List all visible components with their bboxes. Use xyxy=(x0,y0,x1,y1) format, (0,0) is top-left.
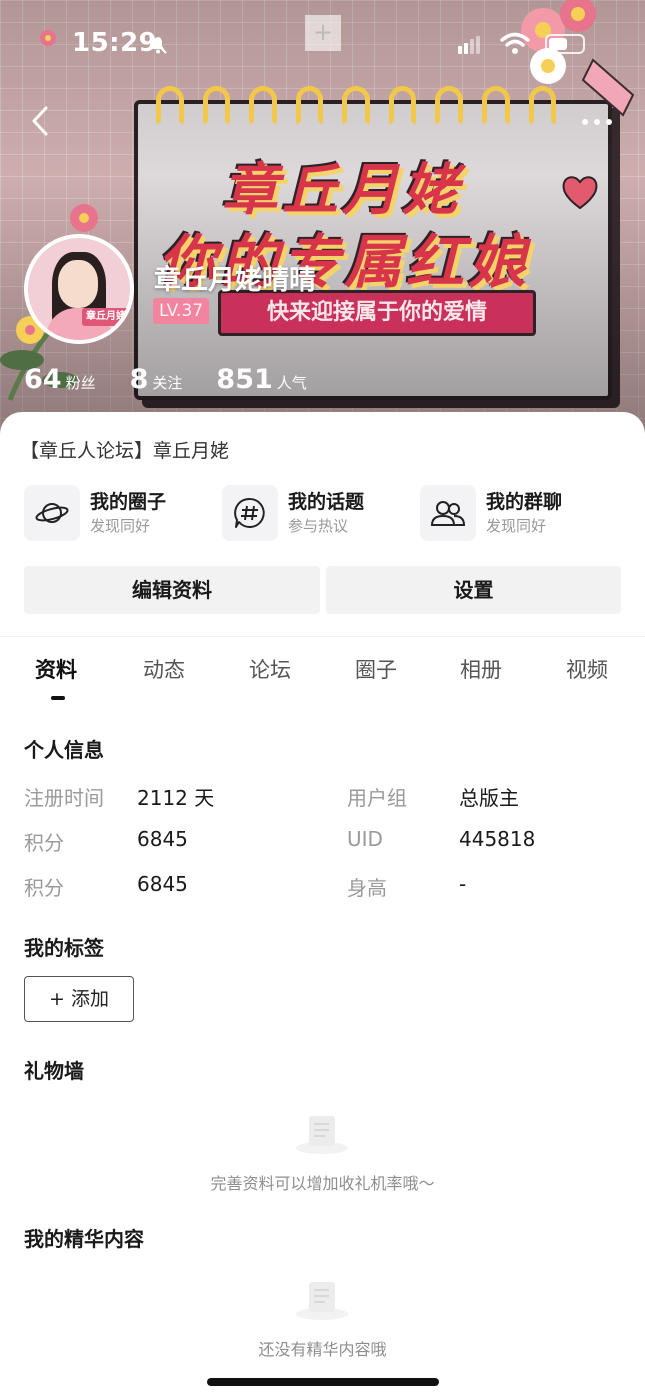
wifi-icon xyxy=(500,32,530,54)
add-tag-button[interactable]: + 添加 xyxy=(24,976,134,1022)
section-title-tags: 我的标签 xyxy=(24,936,104,960)
tab-forum[interactable]: 论坛 xyxy=(249,654,291,684)
info-value: - xyxy=(459,872,467,896)
stat-following-value: 8 xyxy=(129,364,149,395)
gift-wall-empty-text: 完善资料可以增加收礼机率哦～ xyxy=(210,1174,435,1193)
heart-icon xyxy=(562,176,598,210)
stat-following-label: 关注 xyxy=(152,374,183,392)
planet-icon xyxy=(35,503,69,523)
hashtag-bubble-icon xyxy=(234,497,265,528)
info-label: 积分 xyxy=(24,876,64,900)
info-label: UID xyxy=(347,827,383,851)
info-label: 身高 xyxy=(347,876,387,900)
cellular-signal-icon xyxy=(458,36,480,54)
featured-empty-text: 还没有精华内容哦 xyxy=(258,1340,387,1359)
battery-icon xyxy=(545,34,585,54)
settings-button[interactable]: 设置 xyxy=(326,566,621,614)
profile-card: 【章丘人论坛】章丘月姥 我的圈子 发现同好 我的话题 参与热议 我的群聊 发现同… xyxy=(0,412,645,1398)
info-value: 总版主 xyxy=(459,786,519,810)
tab-video[interactable]: 视频 xyxy=(566,654,608,684)
more-options-icon[interactable] xyxy=(582,116,618,128)
divider xyxy=(0,636,645,637)
profile-stats: 64 粉丝 8 关注 851 人气 xyxy=(24,364,341,395)
shortcut-my-topics[interactable]: 我的话题 参与热议 xyxy=(222,484,364,542)
stat-popularity: 851 人气 xyxy=(216,364,306,395)
username: 章丘月姥晴晴 xyxy=(154,265,316,296)
poster-headline: 章丘月姥 xyxy=(222,158,462,223)
stat-fans[interactable]: 64 粉丝 xyxy=(24,364,96,395)
shortcut-subtitle: 参与热议 xyxy=(288,517,349,535)
shortcut-my-groups[interactable]: 我的群聊 发现同好 xyxy=(420,484,562,542)
plus-box: + xyxy=(305,15,341,51)
edit-profile-button[interactable]: 编辑资料 xyxy=(24,566,320,614)
stat-fans-label: 粉丝 xyxy=(65,374,96,392)
info-value: 445818 xyxy=(459,827,536,851)
status-time: 15:29 xyxy=(72,28,158,58)
group-people-icon xyxy=(430,501,466,526)
tab-activity[interactable]: 动态 xyxy=(143,654,185,684)
info-value: 6845 xyxy=(137,872,188,896)
empty-document-icon xyxy=(296,1282,348,1320)
avatar-badge: 章丘月姥 xyxy=(82,308,130,326)
shortcut-title: 我的群聊 xyxy=(486,491,563,513)
shortcut-title: 我的圈子 xyxy=(90,491,167,513)
poster-rings xyxy=(156,86,557,126)
stat-popularity-label: 人气 xyxy=(276,374,307,392)
bell-muted-icon xyxy=(149,35,167,54)
stat-following[interactable]: 8 关注 xyxy=(130,364,183,395)
section-title-gift-wall: 礼物墙 xyxy=(24,1059,84,1083)
section-title-personal-info: 个人信息 xyxy=(24,738,104,762)
forum-title: 【章丘人论坛】章丘月姥 xyxy=(20,440,230,462)
info-label: 用户组 xyxy=(347,786,407,810)
level-badge: LV.37 xyxy=(153,298,210,324)
profile-tabs: 资料 动态 论坛 圈子 相册 视频 xyxy=(0,654,645,704)
shortcut-title: 我的话题 xyxy=(288,491,365,513)
home-indicator[interactable] xyxy=(207,1378,439,1386)
tab-album[interactable]: 相册 xyxy=(460,654,502,684)
tab-circles[interactable]: 圈子 xyxy=(355,654,397,684)
info-label: 注册时间 xyxy=(24,786,104,810)
empty-document-icon xyxy=(296,1116,348,1154)
stat-popularity-value: 851 xyxy=(216,364,273,395)
section-title-featured: 我的精华内容 xyxy=(24,1227,144,1251)
shortcut-row: 我的圈子 发现同好 我的话题 参与热议 我的群聊 发现同好 xyxy=(24,484,624,542)
shortcut-subtitle: 发现同好 xyxy=(486,517,547,535)
info-label: 积分 xyxy=(24,831,64,855)
info-value: 6845 xyxy=(137,827,188,851)
info-value: 2112 天 xyxy=(137,786,215,810)
active-tab-indicator xyxy=(51,696,65,700)
avatar[interactable]: 章丘月姥 xyxy=(24,234,134,344)
stat-fans-value: 64 xyxy=(24,364,62,395)
shortcut-subtitle: 发现同好 xyxy=(90,517,151,535)
shortcut-my-circles[interactable]: 我的圈子 发现同好 xyxy=(24,484,166,542)
tab-info[interactable]: 资料 xyxy=(35,654,77,684)
back-arrow-icon[interactable] xyxy=(28,104,54,138)
